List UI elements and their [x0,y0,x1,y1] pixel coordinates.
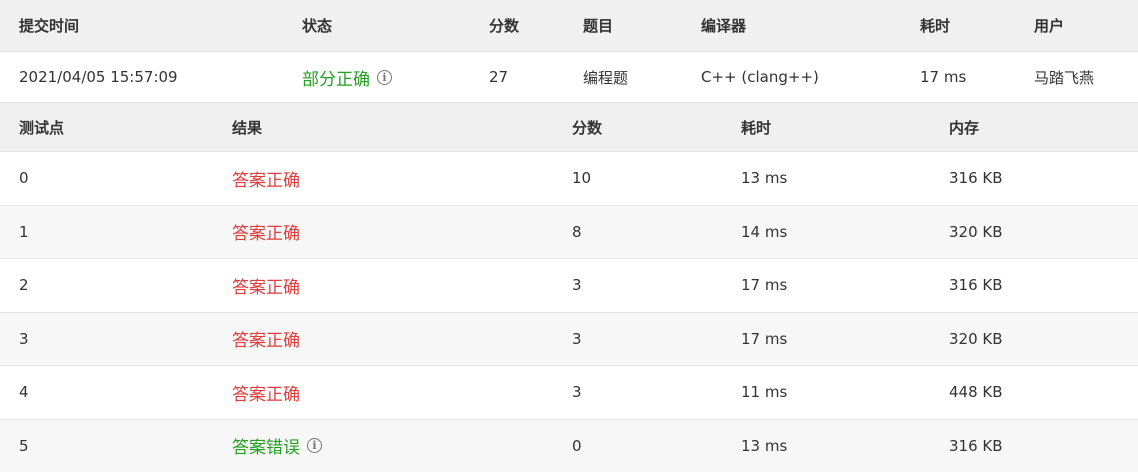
case-duration: 17 ms [741,259,787,312]
submission-table: 提交时间 状态 分数 题目 编译器 耗时 用户 2021/04/05 15:57… [0,0,1138,102]
case-result: 答案正确 [232,259,300,312]
case-result: 答案正确 [232,313,300,366]
table-row: 2 答案正确 3 17 ms 316 KB [0,258,1138,312]
table-row: 3 答案正确 3 17 ms 320 KB [0,312,1138,366]
case-result: 答案错误 i [232,420,322,472]
header-result: 结果 [232,103,262,151]
case-id: 0 [19,152,29,205]
header-case-score: 分数 [572,103,602,151]
table-row: 4 答案正确 3 11 ms 448 KB [0,365,1138,419]
case-score: 3 [572,313,582,366]
header-user: 用户 [1034,0,1064,51]
submission-row: 2021/04/05 15:57:09 部分正确 i 27 编程题 C++ (c… [0,51,1138,102]
submission-duration: 17 ms [920,52,966,102]
submission-user[interactable]: 马踏飞燕 [1034,52,1094,102]
submission-score: 27 [489,52,508,102]
testcase-rows: 0 答案正确 10 13 ms 316 KB 1 答案正确 8 14 ms 32… [0,151,1138,472]
case-memory: 316 KB [949,259,1003,312]
submission-status: 部分正确 i [302,52,392,102]
table-row: 0 答案正确 10 13 ms 316 KB [0,151,1138,205]
header-memory: 内存 [949,103,979,151]
case-memory: 316 KB [949,152,1003,205]
case-score: 8 [572,206,582,259]
case-memory: 448 KB [949,366,1003,419]
table-row: 1 答案正确 8 14 ms 320 KB [0,205,1138,259]
case-memory: 316 KB [949,420,1003,472]
result-text[interactable]: 答案正确 [232,326,300,351]
case-result: 答案正确 [232,366,300,419]
case-score: 3 [572,259,582,312]
header-case-id: 测试点 [19,103,64,151]
case-result: 答案正确 [232,206,300,259]
submission-compiler: C++ (clang++) [701,52,819,102]
result-text[interactable]: 答案正确 [232,219,300,244]
case-score: 3 [572,366,582,419]
header-problem: 题目 [583,0,613,51]
case-id: 2 [19,259,29,312]
case-id: 4 [19,366,29,419]
case-memory: 320 KB [949,206,1003,259]
header-compiler: 编译器 [701,0,746,51]
case-result: 答案正确 [232,152,300,205]
submission-header-row: 提交时间 状态 分数 题目 编译器 耗时 用户 [0,0,1138,51]
info-icon[interactable]: i [307,438,322,453]
testcase-table: 测试点 结果 分数 耗时 内存 0 答案正确 10 13 ms 316 KB 1… [0,102,1138,472]
case-id: 3 [19,313,29,366]
header-case-duration: 耗时 [741,103,771,151]
info-icon[interactable]: i [377,70,392,85]
result-text[interactable]: 答案正确 [232,380,300,405]
case-memory: 320 KB [949,313,1003,366]
testcase-header-row: 测试点 结果 分数 耗时 内存 [0,102,1138,151]
header-duration: 耗时 [920,0,950,51]
result-text[interactable]: 答案错误 [232,433,300,458]
case-duration: 11 ms [741,366,787,419]
case-duration: 13 ms [741,152,787,205]
case-score: 0 [572,420,582,472]
result-text[interactable]: 答案正确 [232,273,300,298]
header-time: 提交时间 [19,0,79,51]
header-status: 状态 [302,0,332,51]
case-duration: 17 ms [741,313,787,366]
table-row: 5 答案错误 i 0 13 ms 316 KB [0,419,1138,472]
case-duration: 13 ms [741,420,787,472]
case-id: 1 [19,206,29,259]
submission-time: 2021/04/05 15:57:09 [19,52,178,102]
header-score: 分数 [489,0,519,51]
status-text[interactable]: 部分正确 [302,65,370,90]
case-id: 5 [19,420,29,472]
case-score: 10 [572,152,591,205]
submission-problem[interactable]: 编程题 [583,52,628,102]
case-duration: 14 ms [741,206,787,259]
result-text[interactable]: 答案正确 [232,166,300,191]
